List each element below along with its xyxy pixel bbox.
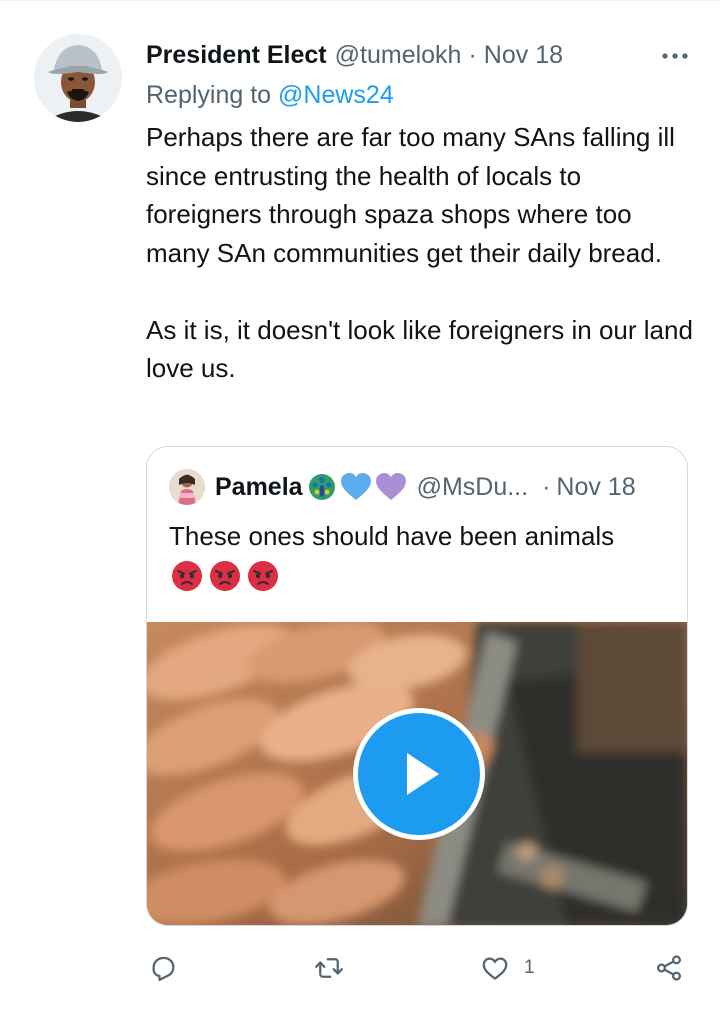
- author-handle[interactable]: @tumelokh: [335, 41, 462, 70]
- replying-to: Replying to @News24: [146, 81, 394, 110]
- angry-face-emoji: [248, 561, 278, 591]
- like-button[interactable]: 1: [480, 946, 535, 990]
- blue-heart-emoji: [340, 473, 371, 500]
- reply-icon: [152, 956, 175, 981]
- separator-dot: ·: [468, 40, 477, 69]
- more-horizontal-icon[interactable]: [658, 43, 692, 69]
- quoted-tweet-text: These ones should have been animals: [169, 521, 615, 551]
- user-avatar[interactable]: [34, 34, 122, 122]
- tweet-actions: 1: [146, 946, 692, 990]
- quoted-author-emojis: [307, 472, 407, 502]
- quoted-tweet-header: Pamela @MsDu... · Nov 18: [169, 469, 667, 505]
- replying-to-label: Replying to: [146, 81, 272, 109]
- share-button[interactable]: [654, 946, 684, 990]
- quoted-user-avatar[interactable]: [169, 469, 205, 505]
- play-icon[interactable]: [353, 708, 485, 840]
- video-thumbnail[interactable]: [147, 622, 687, 925]
- quoted-author-display-name[interactable]: Pamela: [215, 473, 303, 502]
- author-display-name[interactable]: President Elect: [146, 41, 327, 70]
- tweet-header: President Elect @tumelokh · Nov 18: [146, 39, 692, 71]
- tweet-date[interactable]: Nov 18: [484, 41, 563, 70]
- retweet-icon: [315, 958, 343, 978]
- quoted-tweet-date[interactable]: Nov 18: [556, 473, 635, 502]
- reply-mention-link[interactable]: @News24: [278, 81, 394, 109]
- heart-icon: [482, 957, 508, 980]
- tweet-text: Perhaps there are far too many SAns fall…: [146, 122, 693, 383]
- quoted-author-handle[interactable]: @MsDu...: [417, 473, 529, 502]
- reply-button[interactable]: [148, 946, 178, 990]
- quoted-tweet[interactable]: Pamela @MsDu... · Nov 18 These ones shou…: [146, 446, 688, 926]
- retweet-button[interactable]: [314, 946, 344, 990]
- purple-heart-emoji: [375, 473, 406, 500]
- reaction-emojis: [171, 560, 279, 592]
- like-count: 1: [524, 957, 535, 978]
- share-icon: [656, 955, 682, 981]
- angry-face-emoji: [210, 561, 240, 591]
- angry-face-emoji: [172, 561, 202, 591]
- quoted-separator-dot: ·: [542, 472, 551, 501]
- tweet[interactable]: President Elect @tumelokh · Nov 18 Reply…: [0, 0, 720, 1010]
- peacock-emoji: [308, 474, 335, 500]
